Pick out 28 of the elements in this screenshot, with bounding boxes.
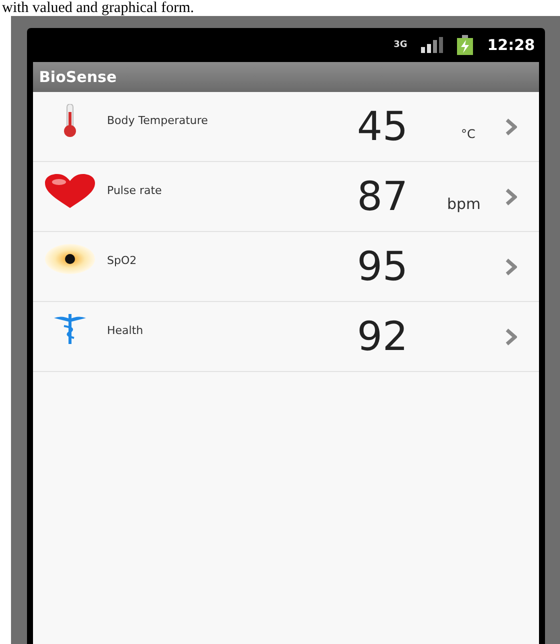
- spot-icon: [45, 244, 95, 274]
- reading-value: 95: [357, 244, 409, 290]
- reading-value: 45: [357, 104, 409, 150]
- reading-label: Body Temperature: [107, 113, 209, 127]
- reading-label: Health: [107, 323, 144, 337]
- unit-label: bpm: [447, 194, 481, 212]
- reading-label: SpO2: [107, 253, 138, 267]
- unit-label: °C: [460, 126, 476, 140]
- reading-row[interactable]: SpO2 95: [33, 232, 539, 302]
- reading-row[interactable]: Health 92: [33, 302, 539, 372]
- chevron-icon: [505, 258, 517, 276]
- heart-icon: [45, 174, 95, 208]
- chevron-icon: [505, 118, 517, 136]
- clock: 12:28: [487, 36, 535, 54]
- caption-text: with valued and graphical form.: [1, 0, 194, 16]
- chevron-icon: [505, 328, 517, 346]
- network-indicator: 3G: [394, 40, 408, 50]
- reading-value: 92: [357, 314, 409, 360]
- reading-label: Pulse rate: [107, 183, 163, 197]
- app-title: BioSense: [39, 68, 117, 86]
- chevron-icon: [505, 188, 517, 206]
- thermometer-icon: [63, 104, 77, 138]
- reading-value: 87: [357, 174, 409, 220]
- caduceus-icon: [54, 314, 86, 344]
- battery-icon: [457, 35, 474, 55]
- reading-row[interactable]: Body Temperature 45 °C: [33, 92, 539, 162]
- signal-icon: [421, 37, 444, 53]
- reading-row[interactable]: Pulse rate 87 bpm: [33, 162, 539, 232]
